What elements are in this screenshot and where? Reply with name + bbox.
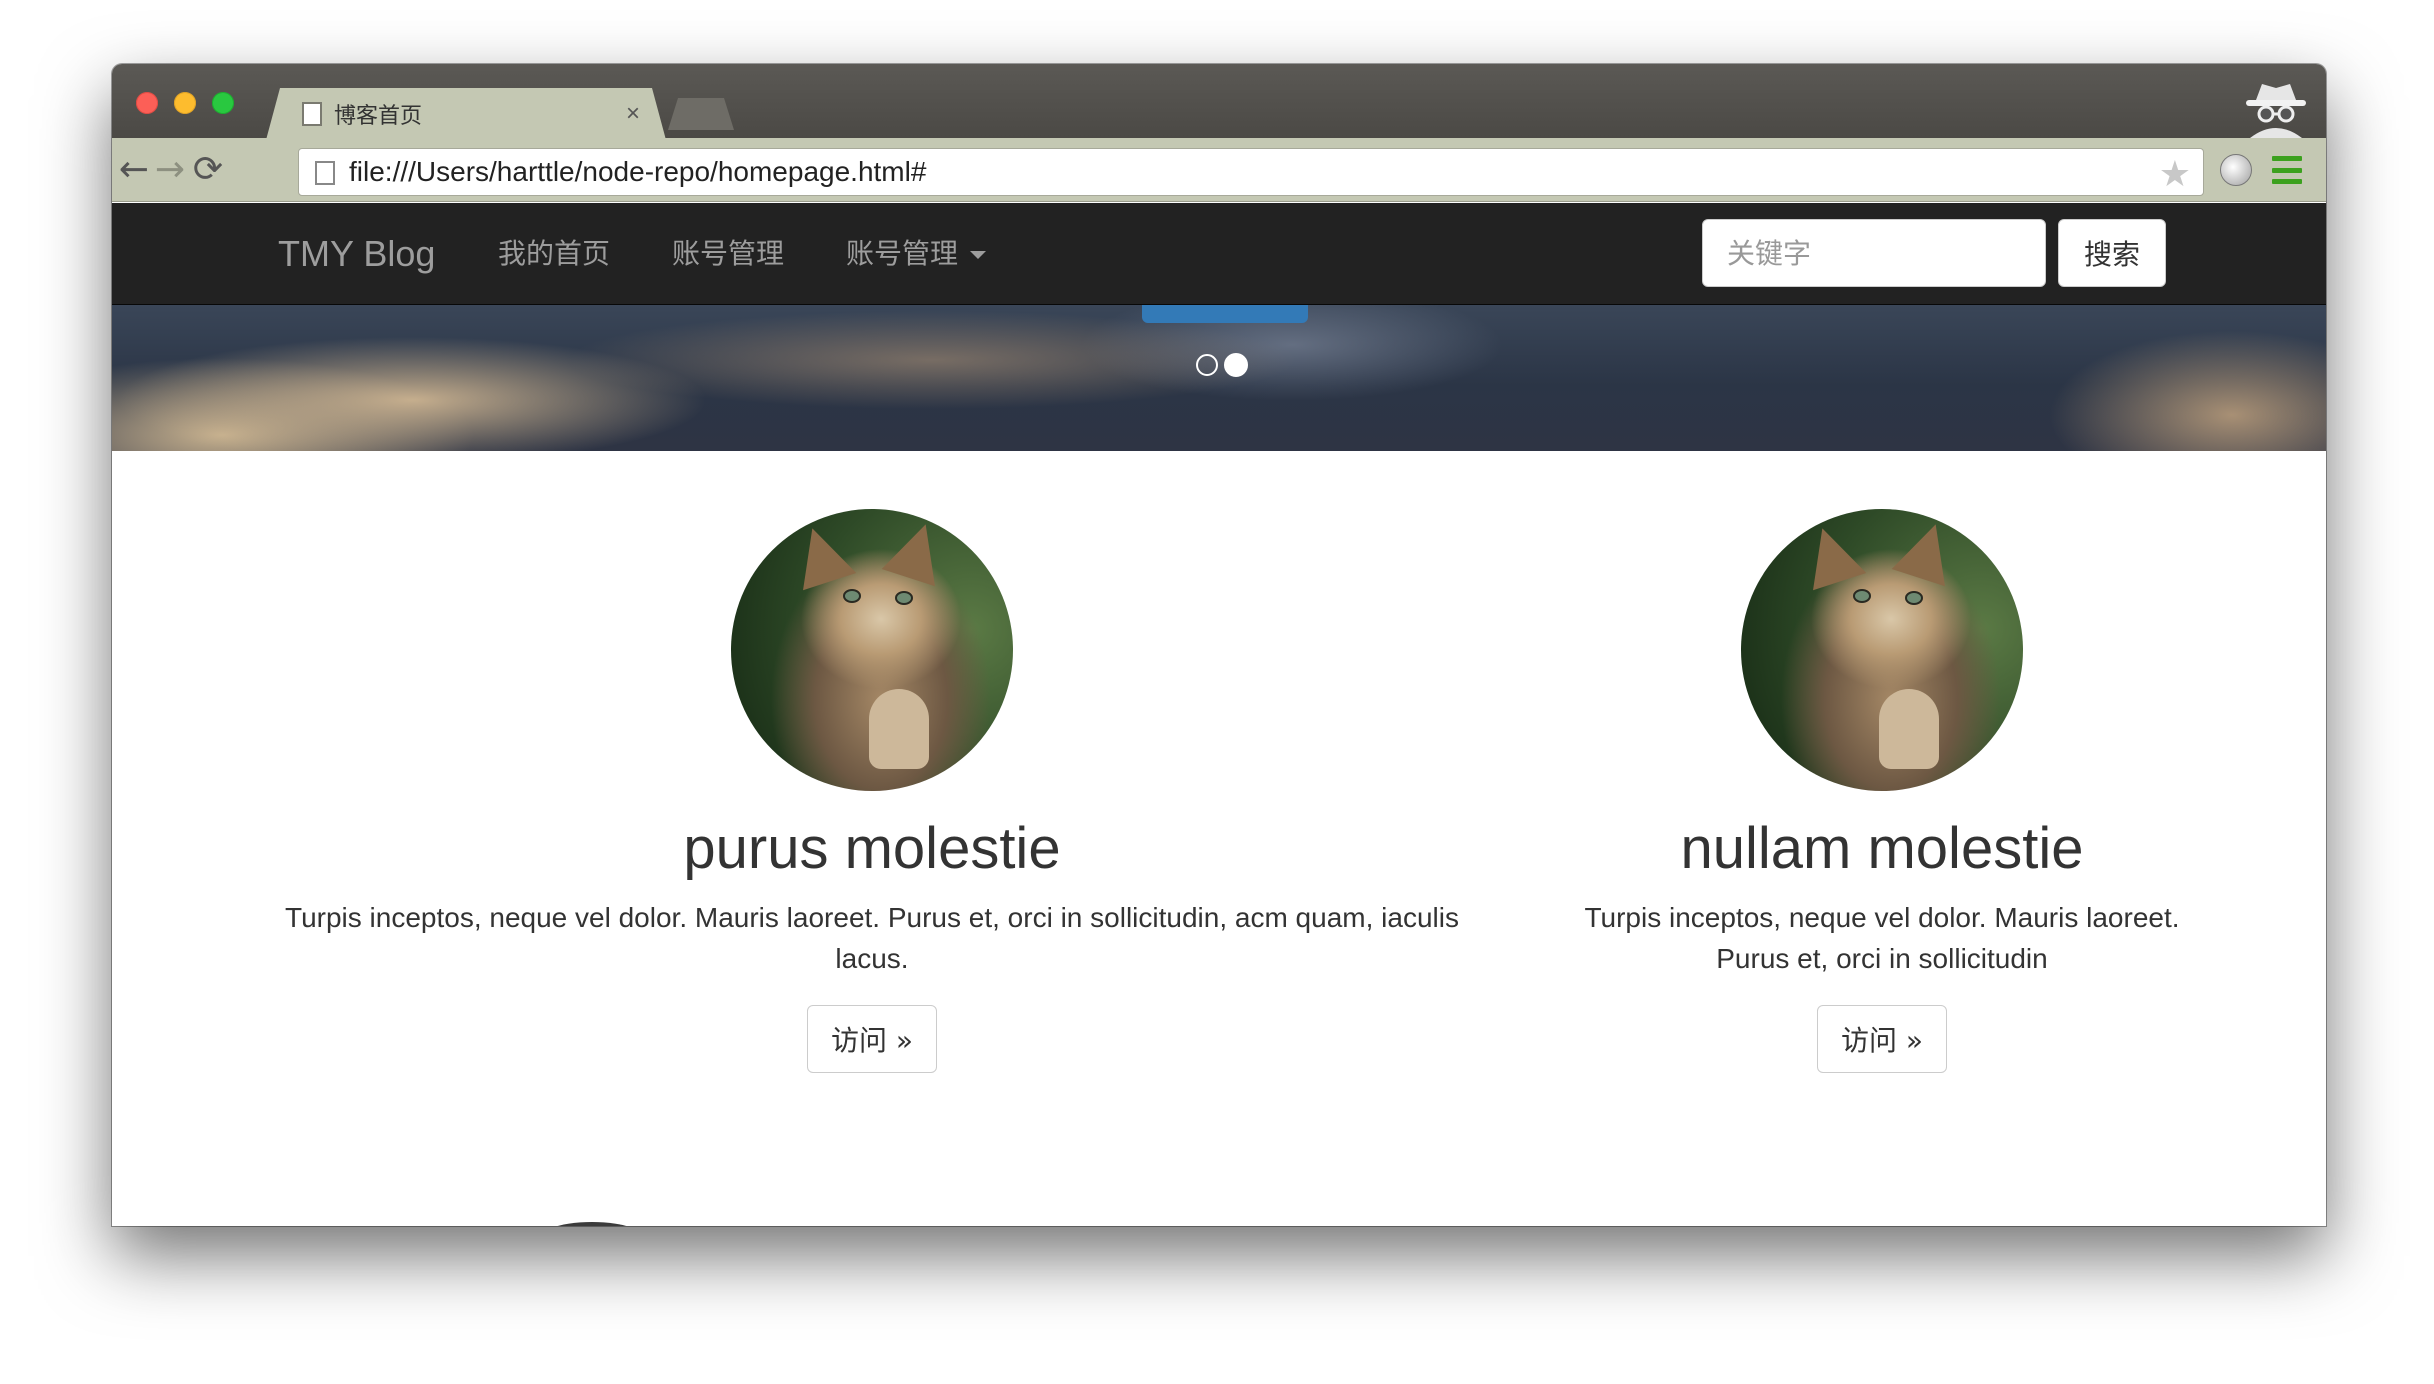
url-text[interactable]: file:///Users/harttle/node-repo/homepage…: [349, 156, 926, 188]
carousel-cta-button[interactable]: [1142, 305, 1308, 323]
nav-link-home[interactable]: 我的首页: [498, 203, 610, 305]
new-tab-button[interactable]: [668, 98, 734, 130]
column-title: purus molestie: [683, 816, 1061, 881]
navbar-brand[interactable]: TMY Blog: [278, 203, 435, 305]
browser-menu-icon[interactable]: [2272, 156, 2302, 184]
incognito-icon: [2246, 84, 2306, 138]
tab-close-icon[interactable]: ×: [626, 100, 640, 128]
column-text: Turpis inceptos, neque vel dolor. Mauris…: [1584, 902, 2180, 974]
carousel-indicator-1[interactable]: [1196, 354, 1218, 376]
back-arrow-icon[interactable]: ←: [114, 150, 154, 190]
caret-down-icon: [970, 251, 987, 259]
browser-tab[interactable]: 博客首页 ×: [266, 88, 666, 140]
browser-titlebar: 博客首页 ×: [112, 64, 2326, 138]
column-text: Turpis inceptos, neque vel dolor. Mauris…: [285, 902, 1459, 974]
column-title: nullam molestie: [1680, 816, 2084, 881]
search-button[interactable]: 搜索: [2058, 219, 2166, 287]
nav-link-account[interactable]: 账号管理: [672, 203, 784, 305]
carousel-indicator-2[interactable]: [1224, 353, 1248, 377]
forward-arrow-icon[interactable]: →: [150, 150, 190, 190]
close-window-icon[interactable]: [136, 92, 158, 114]
site-navbar: TMY Blog 我的首页 账号管理 账号管理 搜索: [112, 203, 2326, 305]
hero-carousel: [112, 305, 2326, 451]
kitten-avatar-image: [1741, 509, 2023, 791]
next-avatar-peek: [532, 1222, 652, 1226]
minimize-window-icon[interactable]: [174, 92, 196, 114]
address-bar[interactable]: file:///Users/harttle/node-repo/homepage…: [298, 148, 2204, 196]
web-page: TMY Blog 我的首页 账号管理 账号管理 搜索 purus molesti…: [112, 203, 2326, 1226]
reload-icon[interactable]: ⟳: [188, 150, 228, 190]
visit-button[interactable]: 访问 »: [1817, 1005, 1947, 1073]
file-icon: [302, 102, 322, 126]
bookmark-star-icon[interactable]: ★: [2159, 153, 2191, 195]
visit-button[interactable]: 访问 »: [807, 1005, 937, 1073]
search-input[interactable]: [1702, 219, 2046, 287]
extension-globe-icon[interactable]: [2220, 154, 2252, 186]
browser-window: 博客首页 × ← → ⟳ file:///Users/harttle/node-…: [112, 64, 2326, 1226]
browser-toolbar: ← → ⟳ file:///Users/harttle/node-repo/ho…: [112, 138, 2326, 202]
tab-title: 博客首页: [334, 104, 423, 129]
nav-dropdown-label: 账号管理: [846, 237, 959, 270]
kitten-avatar-image: [731, 509, 1013, 791]
nav-dropdown-account[interactable]: 账号管理: [846, 203, 987, 305]
maximize-window-icon[interactable]: [212, 92, 234, 114]
page-file-icon: [315, 161, 335, 185]
